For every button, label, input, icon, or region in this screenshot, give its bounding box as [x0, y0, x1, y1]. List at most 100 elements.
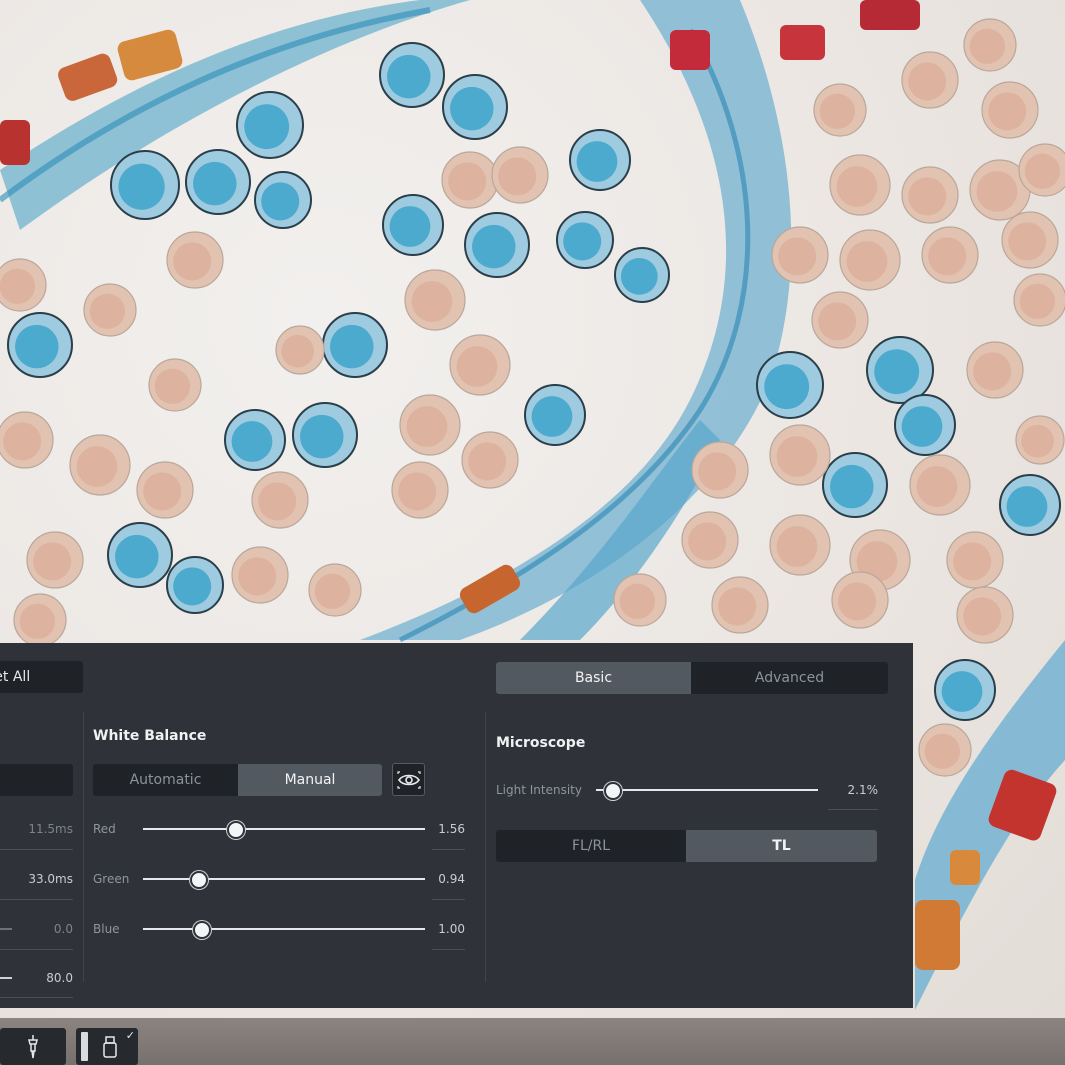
reset-all-button[interactable]: set All	[0, 661, 83, 693]
pollen-cell-core	[908, 177, 947, 216]
exposure-value-3: 0.0	[53, 922, 73, 936]
pollen-cell-core	[846, 241, 888, 282]
pollen-cell-core	[1024, 153, 1061, 189]
pollen-cell-core	[261, 182, 300, 221]
field-underline	[432, 899, 465, 900]
tab-basic[interactable]: Basic	[496, 662, 691, 694]
pollen-cell-core	[764, 364, 810, 410]
bottom-toolbar	[0, 1018, 1065, 1065]
pipette-tool-button[interactable]	[0, 1028, 66, 1065]
pollen-cell-core	[33, 542, 72, 581]
wb-mode-manual[interactable]: Manual	[238, 764, 382, 796]
microscope-title: Microscope	[496, 735, 586, 751]
pollen-cell-core	[874, 349, 920, 395]
pollen-cell-core	[776, 526, 818, 567]
illumination-fl-rl[interactable]: FL/RL	[496, 830, 686, 862]
illumination-mode: FL/RL TL	[496, 830, 877, 862]
usb-drive-icon	[103, 1035, 117, 1058]
pollen-cell-core	[563, 222, 602, 261]
pollen-cell-core	[406, 406, 448, 447]
pipette-icon	[28, 1034, 38, 1058]
tab-advanced[interactable]: Advanced	[691, 662, 888, 694]
wb-slider-knob[interactable]	[227, 821, 246, 839]
exposure-mode-toggle[interactable]	[0, 764, 73, 796]
pollen-cell-core	[173, 567, 212, 606]
eye-icon	[396, 770, 421, 789]
pollen-cell-core	[154, 368, 191, 404]
wb-channel-value: 0.94	[438, 872, 465, 886]
pollen-cell-core	[901, 406, 943, 447]
pollen-cell-core	[1006, 486, 1048, 527]
storage-check-mark: ✓	[125, 1029, 135, 1042]
pollen-cell-core	[973, 352, 1012, 391]
pollen-cell-core	[969, 28, 1006, 64]
exposure-value-4: 80.0	[46, 971, 73, 985]
pollen-cell-core	[89, 293, 126, 329]
field-underline	[0, 949, 73, 950]
pollen-cell-core	[963, 597, 1002, 636]
field-underline	[432, 949, 465, 950]
wb-slider-track[interactable]	[143, 828, 425, 830]
white-balance-title: White Balance	[93, 728, 207, 744]
pollen-cell-core	[281, 334, 314, 368]
wb-channel-label: Blue	[93, 922, 120, 936]
pollen-cell-core	[619, 583, 656, 619]
pollen-cell-core	[173, 242, 212, 281]
pollen-cell-core	[3, 422, 42, 461]
pollen-cell-core	[238, 557, 277, 596]
wb-channel-value: 1.00	[438, 922, 465, 936]
pollen-cell-core	[389, 206, 431, 247]
pollen-cell-core	[387, 54, 431, 99]
field-underline	[0, 899, 73, 900]
pollen-cell-core	[19, 603, 56, 639]
pollen-cell-core	[472, 224, 516, 269]
pollen-cell-core	[916, 466, 958, 507]
pollen-cell-core	[924, 733, 961, 769]
pollen-cell-core	[143, 472, 182, 511]
pollen-cell-core	[76, 446, 118, 487]
field-underline	[432, 849, 465, 850]
white-balance-mode: Automatic Manual	[93, 764, 382, 796]
wb-mode-automatic[interactable]: Automatic	[93, 764, 238, 796]
light-intensity-knob[interactable]	[603, 782, 622, 800]
panel-divider	[83, 712, 84, 982]
panel-divider	[485, 712, 486, 982]
pollen-cell-core	[300, 414, 344, 459]
wb-slider-track[interactable]	[143, 928, 425, 930]
pollen-cell-core	[576, 141, 618, 182]
pollen-cell-core	[450, 86, 494, 131]
pollen-cell-core	[231, 421, 273, 462]
pollen-cell-core	[115, 534, 159, 579]
exposure-value-2: 33.0ms	[28, 872, 73, 886]
pollen-cell-core	[0, 268, 36, 304]
pollen-cell-core	[258, 482, 297, 521]
pollen-cell-core	[928, 237, 967, 276]
pollen-cell-core	[836, 166, 878, 207]
pollen-cell-core	[118, 163, 165, 210]
pollen-cell-core	[244, 104, 290, 150]
pollen-cell-core	[15, 324, 59, 369]
pollen-cell-core	[193, 161, 237, 206]
usb-storage-button[interactable]: ✓	[76, 1028, 138, 1065]
illumination-tl[interactable]: TL	[686, 830, 877, 862]
pollen-cell-core	[830, 464, 874, 509]
pollen-cell-core	[1021, 424, 1054, 458]
pollen-cell-core	[818, 302, 857, 341]
pollen-cell-core	[819, 93, 856, 129]
pollen-cell-core	[778, 237, 817, 276]
field-underline	[0, 997, 73, 998]
pollen-cell-core	[953, 542, 992, 581]
wb-preview-button[interactable]	[392, 763, 425, 796]
field-underline	[828, 809, 878, 810]
wb-slider-track[interactable]	[143, 878, 425, 880]
pollen-cell-core	[330, 324, 374, 369]
pollen-cell-core	[456, 346, 498, 387]
field-underline	[0, 849, 73, 850]
pollen-cell-core	[698, 452, 737, 491]
pollen-cell-core	[976, 171, 1018, 212]
pollen-cell-core	[988, 92, 1027, 131]
pollen-cell-core	[468, 442, 507, 481]
wb-channel-value: 1.56	[438, 822, 465, 836]
light-intensity-slider[interactable]	[596, 789, 818, 791]
pollen-cell-core	[411, 281, 453, 322]
